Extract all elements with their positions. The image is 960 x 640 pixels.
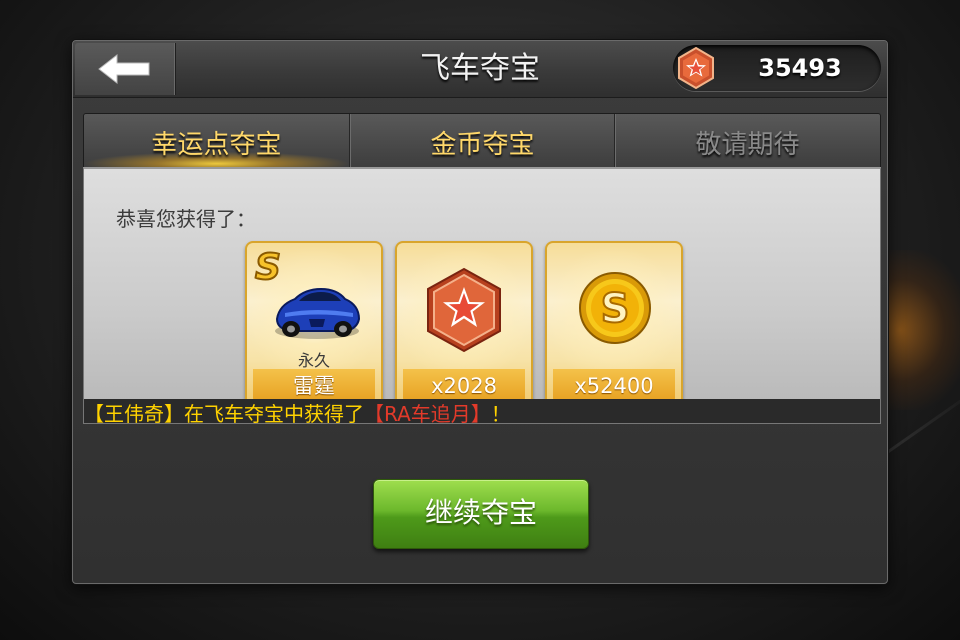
broadcast-ticker: 【王伟奇】在飞车夺宝中获得了【RA车追月】！ xyxy=(84,399,880,424)
header-bar: 飞车夺宝 35493 xyxy=(73,41,887,98)
congrats-text: 恭喜您获得了： xyxy=(116,207,256,231)
red-star-badge-icon xyxy=(427,267,501,353)
reward-label: x52400 xyxy=(553,369,675,403)
tab-label: 敬请期待 xyxy=(695,130,800,160)
tab-coming-soon: 敬请期待 xyxy=(614,114,880,168)
page-title: 飞车夺宝 xyxy=(420,51,540,86)
red-star-badge-icon xyxy=(678,47,714,89)
ticker-text: 【王伟奇】在飞车夺宝中获得了 xyxy=(84,402,364,424)
tab-bar: 幸运点夺宝 金币夺宝 敬请期待 xyxy=(83,113,881,168)
treasure-panel: 飞车夺宝 35493 幸运点夺宝 金币夺宝 敬请期待 恭喜您获得了： S 永久 … xyxy=(72,40,888,584)
back-button[interactable] xyxy=(75,43,176,95)
tab-gold-coins[interactable]: 金币夺宝 xyxy=(349,114,615,168)
blue-race-car-icon xyxy=(275,287,361,339)
reward-label: 雷霆 xyxy=(253,369,375,403)
gold-coin-icon: S xyxy=(579,272,651,344)
currency-display: 35493 xyxy=(673,45,881,91)
reward-content: 恭喜您获得了： S 永久 雷霆 x2028 S x52400 【王伟奇】在飞车夺… xyxy=(83,167,881,424)
ticker-suffix: ！ xyxy=(490,402,511,424)
ticker-item-name: 【RA车追月】 xyxy=(364,402,491,424)
svg-text:S: S xyxy=(601,286,630,332)
tab-label: 幸运点夺宝 xyxy=(151,130,282,160)
reward-label: x2028 xyxy=(403,369,525,403)
tab-label: 金币夺宝 xyxy=(430,130,535,160)
tab-lucky-points[interactable]: 幸运点夺宝 xyxy=(84,114,349,168)
reward-duration: 永久 xyxy=(297,351,330,370)
coin-amount: 35493 xyxy=(758,54,842,82)
back-arrow-icon xyxy=(98,53,150,85)
reward-card-coins[interactable]: S x52400 xyxy=(545,241,683,411)
reward-card-badge[interactable]: x2028 xyxy=(395,241,533,411)
reward-card-car[interactable]: S 永久 雷霆 xyxy=(245,241,383,411)
continue-button[interactable]: 继续夺宝 xyxy=(373,479,589,549)
